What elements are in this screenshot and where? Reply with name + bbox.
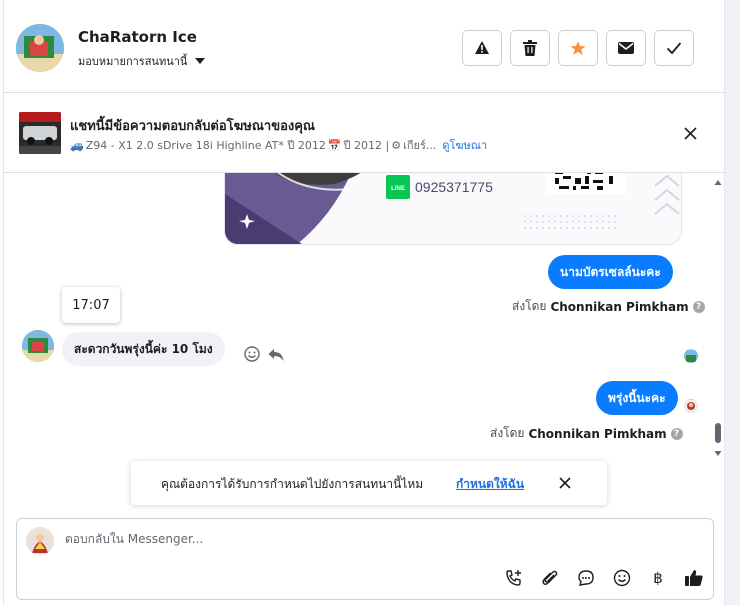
mark-unread-button[interactable]: [606, 30, 646, 66]
sent-by-prefix: ส่งโดย: [512, 299, 547, 313]
conversation-panel: ChaRatorn Ice มอบหมายการสนทนานี้ แชทนี้ม…: [3, 0, 726, 605]
contact-avatar-small[interactable]: [22, 330, 54, 362]
sent-by-label: ส่งโดย Chonnikan Pimkham ?: [512, 297, 705, 316]
done-button[interactable]: [654, 30, 694, 66]
baht-icon: ฿: [653, 569, 663, 587]
ad-subtitle: 🚙 Z94 - X1 2.0 sDrive 18i Highline AT* ป…: [70, 136, 487, 154]
ad-gear-text: เกียร์...: [403, 139, 437, 152]
calendar-icon: 📅: [327, 138, 342, 152]
trash-icon: [523, 40, 537, 56]
help-icon[interactable]: ?: [670, 427, 683, 440]
message-thread[interactable]: LINE 0925371775 นามบัตรเซลล์นะคะ ส่งโดย …: [4, 173, 726, 460]
check-icon: [666, 42, 682, 55]
suggestion-text: คุณต้องการได้รับการกำหนดไปยังการสนทนานี้…: [161, 477, 424, 491]
page-background: [725, 0, 740, 605]
incoming-message[interactable]: สะดวกวันพรุ่งนี้ค่ะ 10 โมง: [62, 332, 225, 366]
star-button[interactable]: [558, 30, 598, 66]
thumbs-up-icon: [685, 570, 703, 586]
line-logo-text: LINE: [391, 186, 405, 192]
gear-icon: ⚙: [391, 138, 402, 152]
call-button[interactable]: [501, 565, 527, 591]
ad-year-text: ปี 2012 |: [343, 139, 390, 152]
assign-label: มอบหมายการสนทนานี้: [78, 55, 188, 68]
close-banner-button[interactable]: [680, 123, 700, 143]
assign-suggestion: คุณต้องการได้รับการกำหนดไปยังการสนทนานี้…: [131, 461, 607, 505]
page-avatar: [26, 527, 54, 555]
message-scrollbar[interactable]: [711, 173, 725, 460]
like-button[interactable]: [681, 565, 707, 591]
emoji-button[interactable]: [609, 565, 635, 591]
header-actions: [462, 30, 694, 66]
emoji-icon: [613, 569, 631, 587]
dismiss-suggestion-button[interactable]: [556, 474, 574, 492]
report-button[interactable]: [462, 30, 502, 66]
ad-reply-banner: แชทนี้มีข้อความตอบกลับต่อโฆษณาของคุณ 🚙 Z…: [4, 93, 726, 173]
outgoing-message[interactable]: นามบัตรเซลล์นะคะ: [548, 255, 673, 289]
ad-subtitle-text: Z94 - X1 2.0 sDrive 18i Highline AT* ปี …: [85, 139, 326, 152]
reply-button[interactable]: [268, 347, 284, 366]
payment-button[interactable]: ฿: [645, 565, 671, 591]
business-card-image[interactable]: LINE 0925371775: [224, 173, 682, 245]
delete-button[interactable]: [510, 30, 550, 66]
star-icon: [570, 41, 586, 55]
chevron-down-icon: [195, 58, 206, 64]
react-button[interactable]: [244, 346, 260, 366]
outgoing-message[interactable]: พรุ่งนี้นะคะ: [596, 381, 678, 415]
ad-thumbnail[interactable]: [19, 112, 61, 154]
conversation-header: ChaRatorn Ice มอบหมายการสนทนานี้: [4, 0, 726, 93]
contact-avatar[interactable]: [16, 24, 64, 72]
paperclip-icon: [542, 570, 558, 585]
seen-avatar: [684, 349, 698, 363]
help-icon[interactable]: ?: [692, 300, 705, 313]
reply-composer: ฿: [16, 518, 714, 600]
car-icon: 🚙: [70, 138, 84, 152]
call-icon: [506, 570, 521, 586]
close-icon: [559, 477, 571, 489]
assign-to-me-link[interactable]: กำหนดให้ฉัน: [456, 475, 524, 494]
reply-input[interactable]: [65, 532, 665, 546]
smile-icon: [244, 346, 260, 362]
saved-replies-button[interactable]: [573, 565, 599, 591]
close-icon: [683, 126, 697, 140]
composer-toolbar: ฿: [501, 565, 707, 591]
assign-dropdown[interactable]: มอบหมายการสนทนานี้: [78, 52, 206, 70]
sent-by-name: Chonnikan Pimkham: [550, 299, 689, 314]
envelope-icon: [618, 42, 634, 54]
sent-by-label: ส่งโดย Chonnikan Pimkham ?: [490, 424, 683, 443]
chat-bubble-icon: [578, 570, 594, 586]
ad-title: แชทนี้มีข้อความตอบกลับต่อโฆษณาของคุณ: [70, 119, 315, 134]
reply-icon: [268, 349, 284, 361]
view-ad-link[interactable]: ดูโฆษณา: [442, 136, 487, 154]
sender-avatar-small: [684, 399, 698, 413]
attach-button[interactable]: [537, 565, 563, 591]
card-phone-number: 0925371775: [415, 179, 493, 195]
sent-by-prefix: ส่งโดย: [490, 426, 525, 440]
sent-by-name: Chonnikan Pimkham: [528, 426, 667, 441]
warning-icon: [475, 41, 489, 54]
contact-name: ChaRatorn Ice: [78, 28, 197, 46]
timestamp-tooltip: 17:07: [62, 287, 120, 323]
